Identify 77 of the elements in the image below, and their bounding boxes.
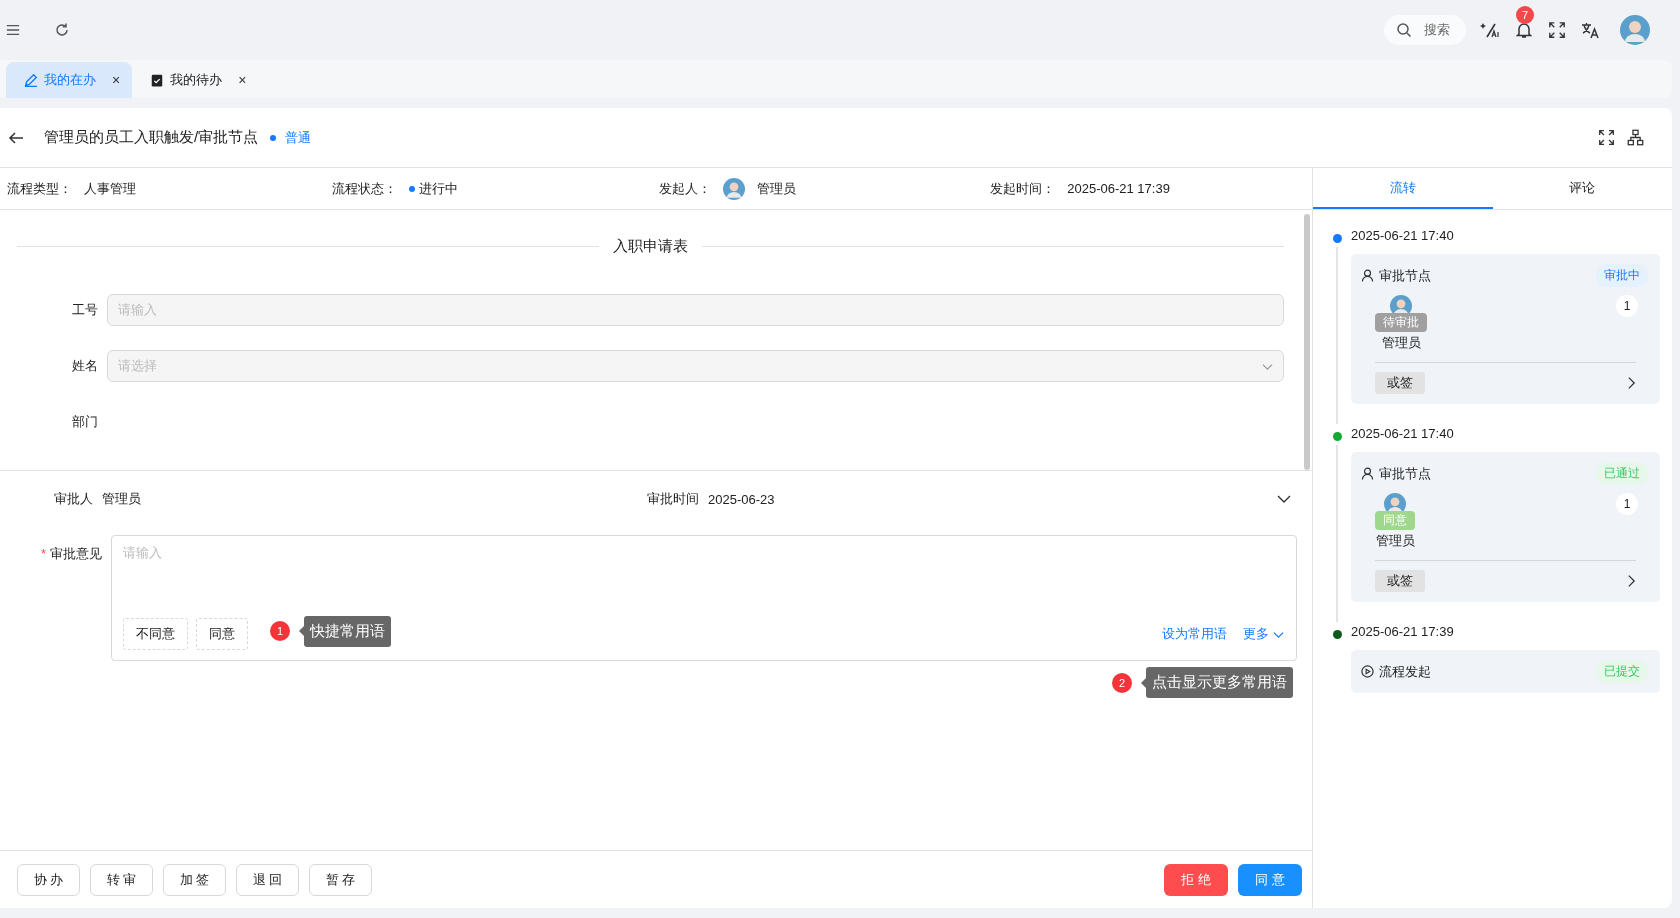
panel-tab[interactable]: 流转 (1313, 168, 1493, 209)
person-name: 管理员 (1381, 334, 1421, 352)
field-label: * 审批意见 (39, 545, 103, 563)
clipboard-icon (150, 73, 165, 87)
action-button[interactable]: 加 签 (163, 863, 226, 896)
field-label: 部门 (71, 413, 99, 431)
info-label: 流程状态： (331, 179, 397, 198)
person-status-tag: 同意 (1375, 511, 1415, 530)
phrase-button[interactable]: 不同意 (123, 618, 188, 650)
play-circle-icon (1361, 665, 1374, 678)
info-value: 2025-06-21 17:39 (1067, 181, 1170, 196)
page-title: 管理员的员工入职触发/审批节点 (44, 128, 259, 147)
form-title: 入职申请表 (613, 237, 688, 256)
search-field[interactable]: 搜索 (1384, 15, 1466, 45)
scrollbar[interactable] (1304, 214, 1310, 470)
avatar[interactable] (1620, 15, 1650, 45)
menu-icon[interactable] (6, 23, 20, 37)
node-name: 审批节点 (1379, 266, 1431, 285)
fullscreen-icon[interactable] (1548, 21, 1566, 39)
set-common-link[interactable]: 设为常用语 (1162, 625, 1227, 643)
flowchart-icon[interactable] (1627, 129, 1644, 146)
status-tag: 已通过 (1596, 462, 1648, 485)
info-label: 发起时间： (990, 179, 1056, 198)
field-label: 审批时间 (647, 490, 699, 508)
info-value: 人事管理 (84, 179, 136, 198)
pencil-icon (24, 73, 38, 87)
sign-tag: 或签 (1375, 570, 1425, 592)
fullscreen-icon[interactable] (1598, 129, 1615, 146)
refresh-icon[interactable] (54, 22, 70, 38)
field-label: 工号 (71, 301, 99, 319)
panel-tab[interactable]: 评论 (1492, 168, 1672, 209)
step-badge: 2 (1112, 672, 1132, 693)
search-icon (1396, 22, 1412, 38)
count-badge: 1 (1616, 493, 1638, 515)
node-name: 流程发起 (1379, 662, 1431, 681)
field-label: 审批人 (53, 490, 94, 508)
timeline-time: 2025-06-21 17:39 (1351, 623, 1455, 641)
user-icon (1361, 269, 1374, 282)
node-name: 审批节点 (1379, 464, 1431, 483)
required-mark: * (40, 546, 46, 561)
info-label: 流程类型： (7, 179, 72, 198)
back-arrow-icon[interactable] (8, 129, 24, 146)
field-label: 姓名 (71, 357, 99, 375)
phrase-button[interactable]: 同意 (196, 618, 248, 650)
notification-count: 7 (1516, 6, 1534, 24)
status-tag: 审批中 (1596, 264, 1648, 287)
approval-date: 2025-06-23 (708, 491, 775, 507)
person-status-tag: 待审批 (1375, 313, 1427, 332)
close-icon[interactable]: × (238, 72, 247, 88)
status-tag: 已提交 (1596, 660, 1648, 683)
hint-tooltip: 点击显示更多常用语 (1141, 667, 1293, 698)
approver-name: 管理员 (102, 490, 141, 508)
info-label: 发起人： (658, 179, 711, 198)
action-button[interactable]: 退 回 (236, 863, 299, 896)
close-icon[interactable]: × (112, 72, 121, 88)
action-button[interactable]: 协 办 (17, 863, 80, 896)
status-value: 进行中 (408, 179, 458, 198)
sign-tag: 或签 (1375, 372, 1425, 394)
hint-tooltip: 快捷常用语 (299, 615, 391, 647)
user-icon (1361, 467, 1374, 480)
chevron-right-icon[interactable] (1627, 574, 1636, 588)
info-value: 管理员 (756, 179, 796, 198)
page-tab[interactable]: 我的待办 × (132, 62, 259, 98)
timeline-time: 2025-06-21 17:40 (1351, 425, 1455, 443)
avatar (722, 177, 745, 200)
action-button[interactable]: 暂 存 (309, 863, 372, 896)
translate-icon[interactable] (1580, 20, 1600, 40)
action-button[interactable]: 转 审 (90, 863, 153, 896)
person-name: 管理员 (1375, 532, 1415, 550)
page-tab[interactable]: 我的在办 × (6, 62, 133, 98)
chevron-right-icon[interactable] (1627, 376, 1636, 390)
step-badge: 1 (270, 621, 290, 641)
timeline-time: 2025-06-21 17:40 (1351, 227, 1455, 245)
more-link[interactable]: 更多 (1243, 625, 1284, 643)
priority-label: 普通 (270, 128, 312, 147)
count-badge: 1 (1616, 295, 1638, 317)
opinion-field[interactable]: 请输入 不同意 同意 1 快捷常用语 设为常用语 更多 (111, 535, 1297, 661)
